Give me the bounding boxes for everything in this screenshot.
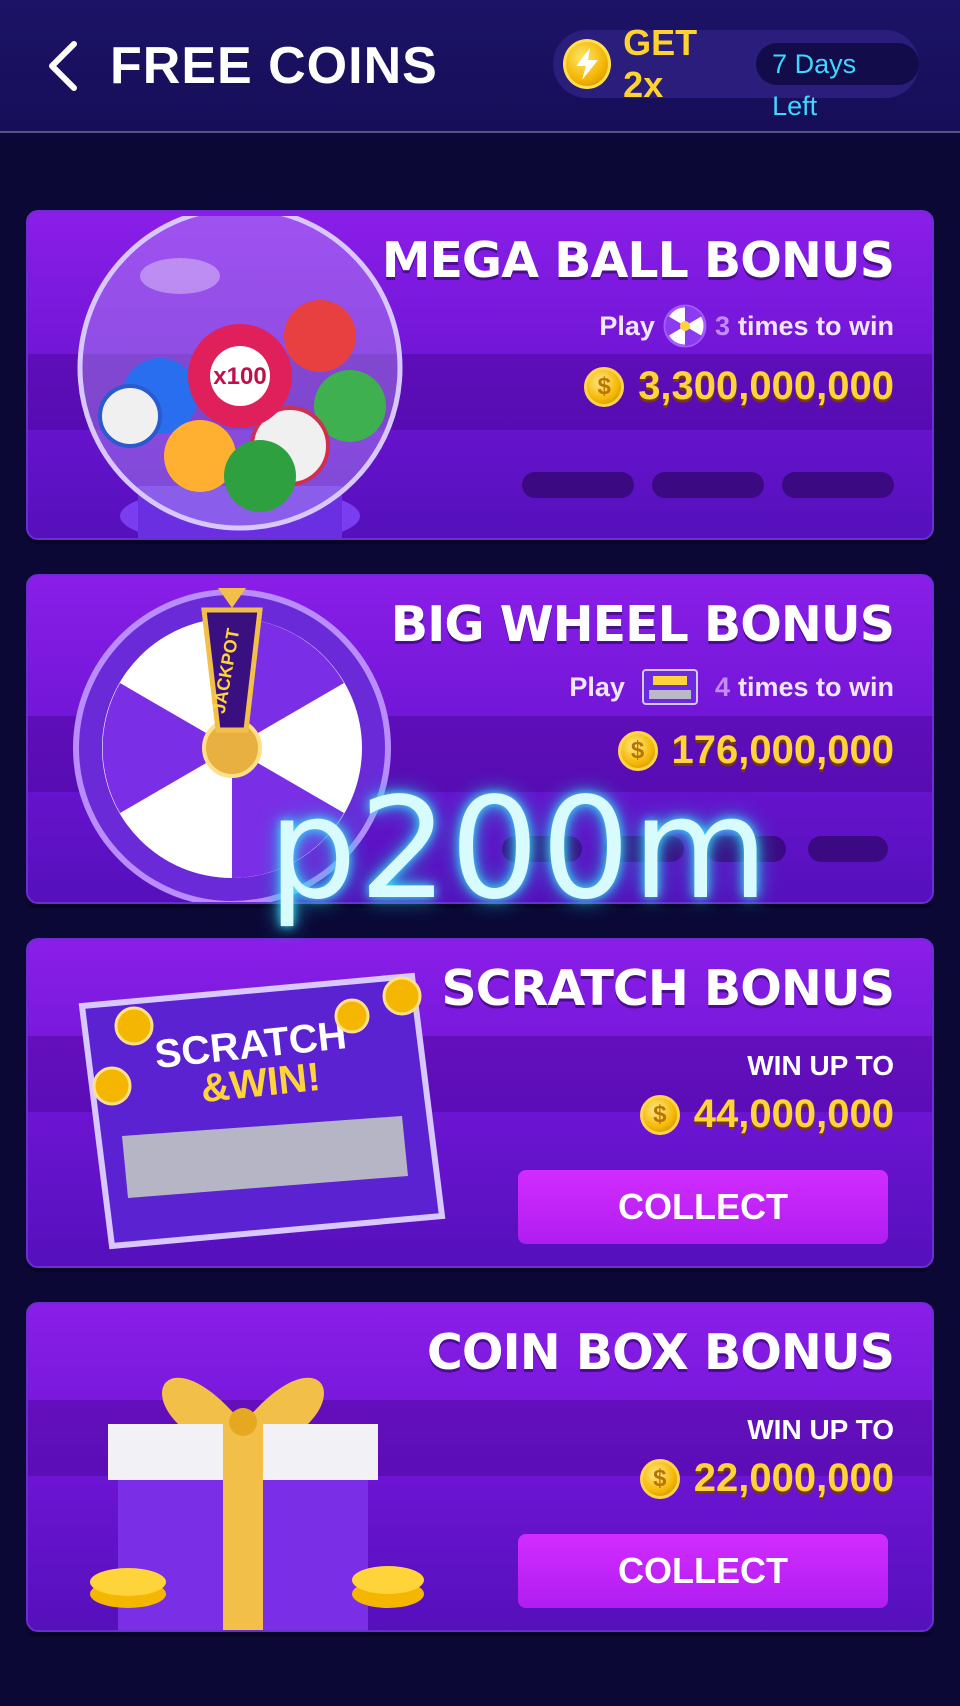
play-requirement: Play 3 times to win bbox=[599, 304, 894, 348]
play-suffix: times to win bbox=[737, 671, 894, 702]
win-up-to-label: WIN UP TO bbox=[747, 1050, 894, 1081]
play-prefix: Play bbox=[569, 671, 625, 702]
lightning-bolt-icon bbox=[563, 39, 612, 89]
progress-segment bbox=[782, 472, 894, 498]
play-requirement: Play 4 times to win bbox=[569, 668, 894, 706]
win-up-to-label: WIN UP TO bbox=[747, 1414, 894, 1445]
prize-amount: $ 22,000,000 bbox=[639, 1456, 894, 1501]
collect-button[interactable]: COLLECT bbox=[518, 1170, 888, 1244]
coin-icon: $ bbox=[639, 1458, 680, 1499]
back-button[interactable] bbox=[38, 38, 88, 94]
boost-label: GET 2x bbox=[623, 22, 698, 105]
coin-box-bonus-card[interactable]: COIN BOX BONUS WIN UP TO $ 22,000,000 CO… bbox=[26, 1302, 934, 1632]
prize-value: 176,000,000 bbox=[671, 728, 894, 772]
play-suffix: times to win bbox=[737, 310, 894, 341]
page-title: FREE COINS bbox=[110, 37, 438, 95]
svg-text:x100: x100 bbox=[213, 363, 266, 390]
scratch-card-icon bbox=[641, 669, 698, 705]
progress-track bbox=[522, 472, 894, 498]
prize-value: 44,000,000 bbox=[693, 1092, 894, 1136]
scratch-card-icon: SCRATCH &WIN! bbox=[78, 972, 446, 1250]
get-2x-boost-button[interactable]: GET 2x 7 Days Left bbox=[553, 22, 919, 121]
card-title: MEGA BALL BONUS bbox=[381, 232, 895, 289]
play-prefix: Play bbox=[599, 310, 655, 341]
coin-icon: $ bbox=[639, 1094, 680, 1135]
prize-value: 22,000,000 bbox=[693, 1456, 894, 1500]
prize-wheel-icon bbox=[663, 304, 707, 348]
prize-amount: $ 176,000,000 bbox=[617, 728, 894, 773]
card-title: COIN BOX BONUS bbox=[426, 1324, 895, 1381]
progress-segment bbox=[522, 472, 634, 498]
play-count: 3 bbox=[714, 310, 730, 341]
back-arrow-icon bbox=[49, 41, 77, 91]
lottery-ball-globe-icon: x100 bbox=[77, 216, 403, 538]
progress-segment bbox=[808, 836, 888, 862]
prize-amount: $ 44,000,000 bbox=[639, 1092, 894, 1137]
scratch-bonus-card[interactable]: SCRATCH &WIN! SCRATCH BONUS WIN UP TO $ … bbox=[26, 938, 934, 1268]
prize-value: 3,300,000,000 bbox=[638, 364, 894, 408]
prize-amount: $ 3,300,000,000 bbox=[584, 364, 894, 409]
coin-icon: $ bbox=[617, 730, 658, 771]
overlay-text: p200m bbox=[268, 768, 771, 931]
card-title: SCRATCH BONUS bbox=[441, 960, 895, 1017]
card-title: BIG WHEEL BONUS bbox=[390, 596, 895, 653]
gift-box-icon bbox=[90, 1377, 424, 1630]
progress-segment bbox=[652, 472, 764, 498]
top-bar: FREE COINS GET 2x 7 Days Left bbox=[0, 0, 960, 133]
mega-ball-bonus-card[interactable]: x100 MEGA BALL BONUS Play 3 times to win… bbox=[26, 210, 934, 540]
days-left-badge: 7 Days Left bbox=[756, 43, 919, 121]
play-count: 4 bbox=[714, 671, 730, 702]
collect-button[interactable]: COLLECT bbox=[518, 1534, 888, 1608]
coin-icon: $ bbox=[584, 366, 625, 407]
